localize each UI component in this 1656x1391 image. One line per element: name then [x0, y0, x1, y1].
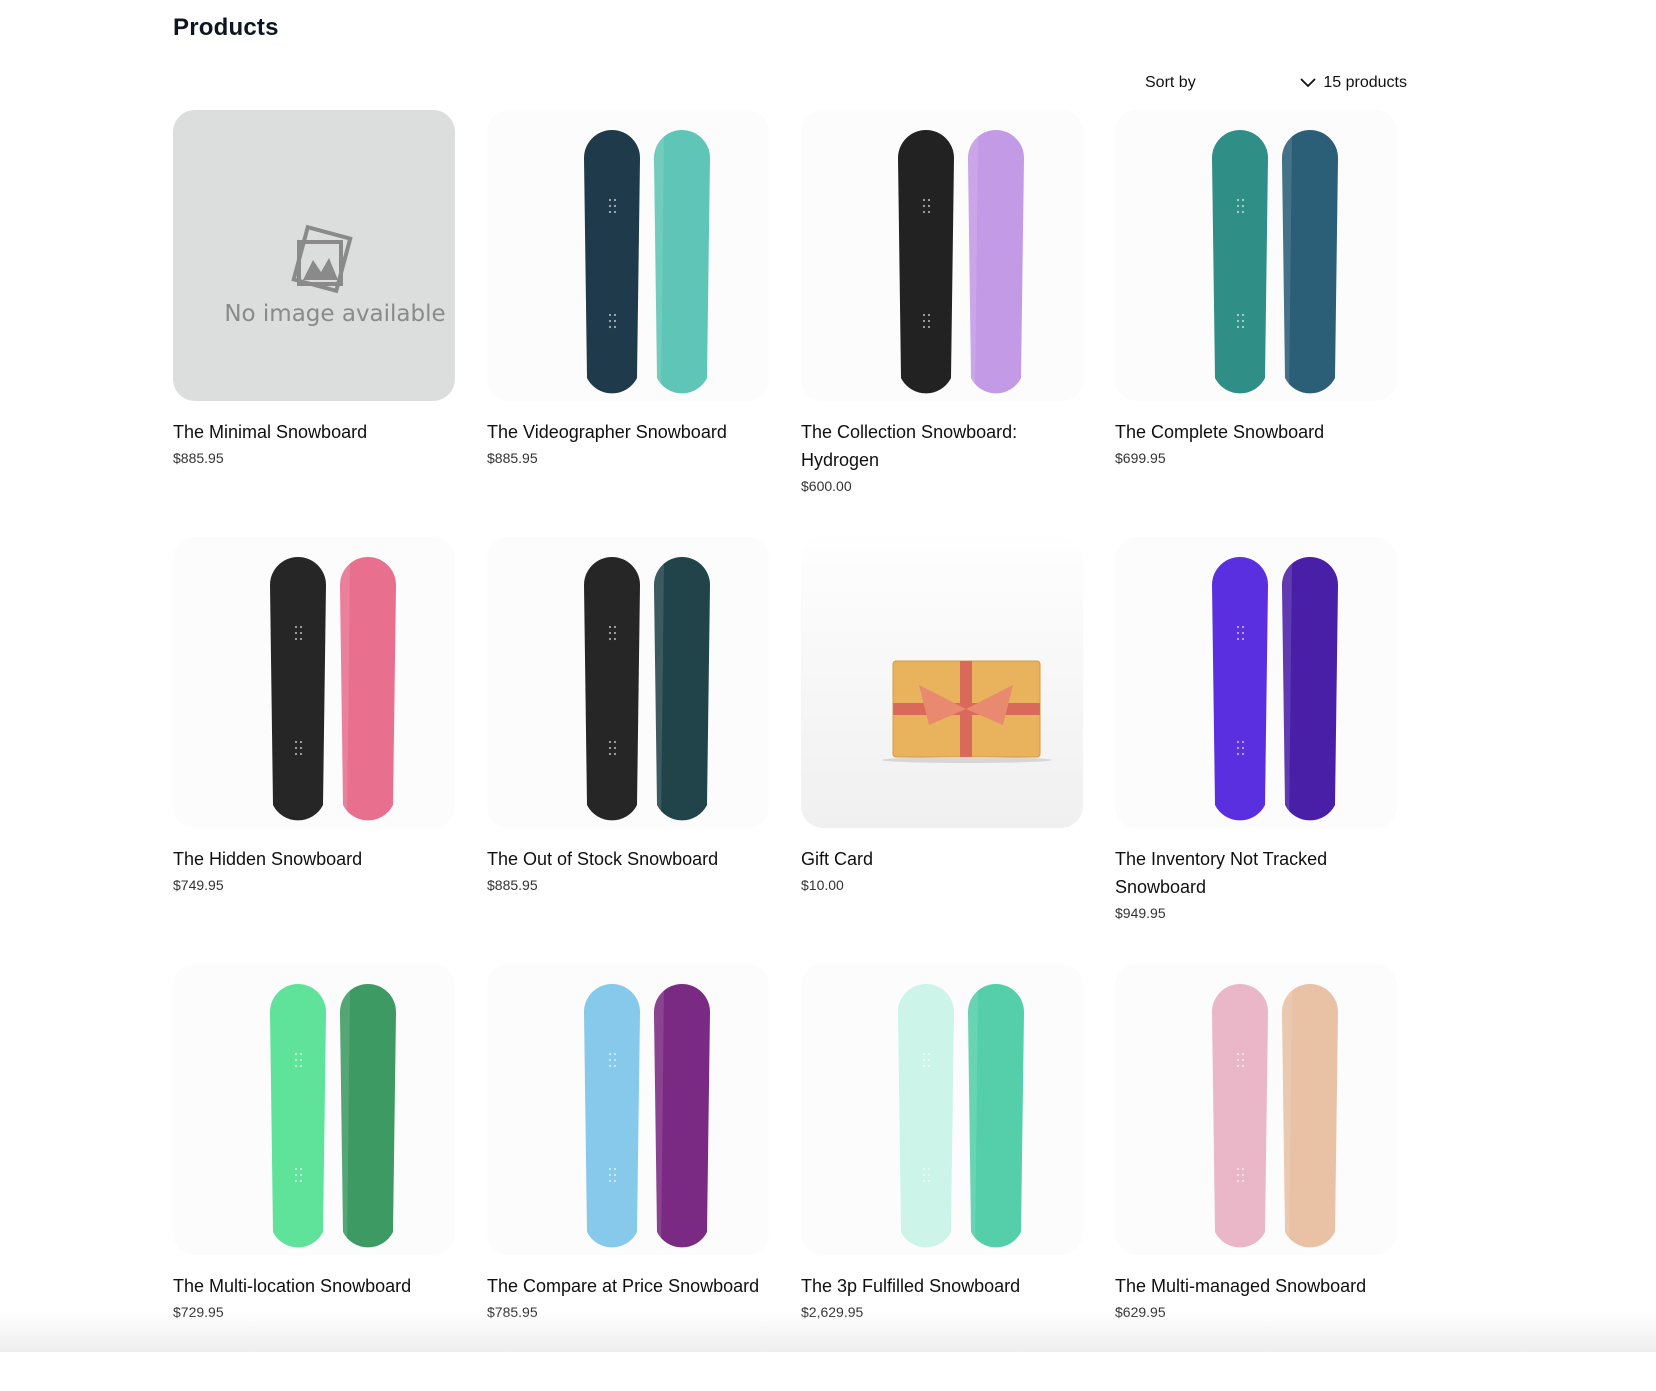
collection-toolbar: Sort by 15 products — [1145, 72, 1407, 94]
product-title[interactable]: The Minimal Snowboard — [173, 418, 455, 446]
product-count-dropdown[interactable]: 15 products — [1299, 74, 1407, 92]
snowboard-pair-image — [898, 984, 1024, 1255]
product-title[interactable]: The Compare at Price Snowboard — [487, 1272, 769, 1300]
snowboard-pair-image — [1212, 984, 1338, 1255]
product-image[interactable] — [487, 537, 769, 828]
page-title: Products — [173, 14, 279, 41]
sort-by-button[interactable]: Sort by — [1145, 74, 1196, 92]
chevron-down-icon — [1300, 78, 1317, 88]
product-image[interactable] — [1115, 537, 1397, 828]
snowboard-pair-image — [270, 984, 396, 1255]
page-bottom-fade — [0, 1312, 1656, 1352]
product-title[interactable]: The 3p Fulfilled Snowboard — [801, 1272, 1083, 1300]
product-price: $699.95 — [1115, 450, 1166, 466]
product-title[interactable]: The Collection Snowboard: Hydrogen — [801, 418, 1083, 474]
product-image[interactable]: No image available — [173, 110, 455, 401]
product-price: $600.00 — [801, 478, 852, 494]
product-image[interactable] — [487, 964, 769, 1255]
product-count: 15 products — [1323, 74, 1407, 91]
product-image[interactable] — [801, 964, 1083, 1255]
product-image[interactable] — [173, 964, 455, 1255]
snowboard-pair-image — [584, 984, 710, 1255]
product-card[interactable]: The Hidden Snowboard $749.95 — [173, 537, 455, 964]
product-title[interactable]: The Hidden Snowboard — [173, 845, 455, 873]
product-image[interactable] — [173, 537, 455, 828]
product-card[interactable]: Gift Card $10.00 — [801, 537, 1083, 964]
product-price: $885.95 — [487, 877, 538, 893]
snowboard-pair-image — [270, 557, 396, 828]
product-title[interactable]: The Out of Stock Snowboard — [487, 845, 769, 873]
snowboard-pair-image — [898, 130, 1024, 401]
product-price: $949.95 — [1115, 905, 1166, 921]
product-title[interactable]: The Inventory Not Tracked Snowboard — [1115, 845, 1397, 901]
product-card[interactable]: The Inventory Not Tracked Snowboard $949… — [1115, 537, 1397, 964]
image-placeholder-icon: No image available — [224, 224, 446, 327]
product-price: $10.00 — [801, 877, 844, 893]
gift-card-image — [882, 660, 1052, 763]
product-title[interactable]: Gift Card — [801, 845, 1083, 873]
snowboard-pair-image — [584, 130, 710, 401]
product-image[interactable] — [801, 537, 1083, 828]
product-grid: No image available The Minimal Snowboard… — [173, 110, 1397, 1391]
product-title[interactable]: The Multi-location Snowboard — [173, 1272, 455, 1300]
product-title[interactable]: The Complete Snowboard — [1115, 418, 1397, 446]
snowboard-pair-image — [584, 557, 710, 828]
product-card[interactable]: No image available The Minimal Snowboard… — [173, 110, 455, 537]
product-image[interactable] — [1115, 110, 1397, 401]
snowboard-pair-image — [1212, 130, 1338, 401]
product-card[interactable]: The Out of Stock Snowboard $885.95 — [487, 537, 769, 964]
product-card[interactable]: The Complete Snowboard $699.95 — [1115, 110, 1397, 537]
product-card[interactable]: The Collection Snowboard: Hydrogen $600.… — [801, 110, 1083, 537]
product-price: $749.95 — [173, 877, 224, 893]
product-price: $885.95 — [487, 450, 538, 466]
product-image[interactable] — [487, 110, 769, 401]
snowboard-pair-image — [1212, 557, 1338, 828]
product-price: $885.95 — [173, 450, 224, 466]
product-title[interactable]: The Multi-managed Snowboard — [1115, 1272, 1397, 1300]
product-title[interactable]: The Videographer Snowboard — [487, 418, 769, 446]
no-image-text: No image available — [224, 301, 445, 327]
product-image[interactable] — [1115, 964, 1397, 1255]
product-image[interactable] — [801, 110, 1083, 401]
product-card[interactable]: The Videographer Snowboard $885.95 — [487, 110, 769, 537]
